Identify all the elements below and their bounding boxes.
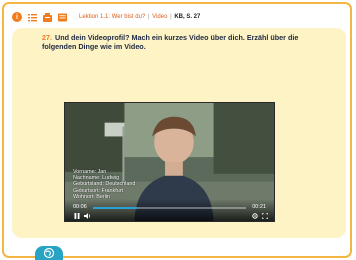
- settings-icon[interactable]: [251, 213, 258, 219]
- breadcrumb-separator-2: |: [170, 14, 172, 20]
- breadcrumb-media[interactable]: Video: [152, 14, 167, 20]
- breadcrumb-kb: KB, S. 27: [174, 14, 201, 20]
- current-time: 00:06: [73, 204, 87, 210]
- seek-bar[interactable]: [93, 207, 246, 209]
- seek-bar-progress: [93, 207, 138, 209]
- list-icon[interactable]: [28, 13, 37, 22]
- volume-icon[interactable]: [84, 213, 91, 219]
- breadcrumb-lesson[interactable]: Lektion 1.1: Wer bist du?: [79, 14, 145, 20]
- fullscreen-icon[interactable]: [261, 213, 268, 219]
- duration: 00:21: [252, 204, 266, 210]
- exercise-frame: i Lektion 1.1: Wer bist du? | Video | KB…: [2, 2, 352, 260]
- caption-line: Geburtsland: Deutschland: [73, 181, 136, 188]
- task-instruction: 27. Und dein Videoprofil? Mach ein kurzes…: [42, 33, 332, 51]
- breadcrumb-separator: |: [147, 14, 150, 20]
- info-icon[interactable]: i: [12, 12, 22, 22]
- task-text: Und dein Videoprofil? Mach ein kurzes Vi…: [42, 33, 299, 51]
- top-bar: i Lektion 1.1: Wer bist du? | Video | KB…: [12, 10, 342, 24]
- pause-icon[interactable]: [73, 213, 80, 219]
- video-controls: 00:06 00:21: [65, 199, 274, 221]
- video-caption: Vorname: Jan Nachname: Ludwig Geburtslan…: [73, 169, 135, 200]
- globe-icon[interactable]: [35, 246, 63, 260]
- task-number: 27.: [42, 33, 52, 42]
- grid-icon[interactable]: [43, 12, 52, 22]
- book-icon[interactable]: [58, 12, 67, 22]
- breadcrumb: Lektion 1.1: Wer bist du? | Video | KB, …: [79, 14, 200, 20]
- video-player[interactable]: Vorname: Jan Nachname: Ludwig Geburtslan…: [64, 102, 275, 222]
